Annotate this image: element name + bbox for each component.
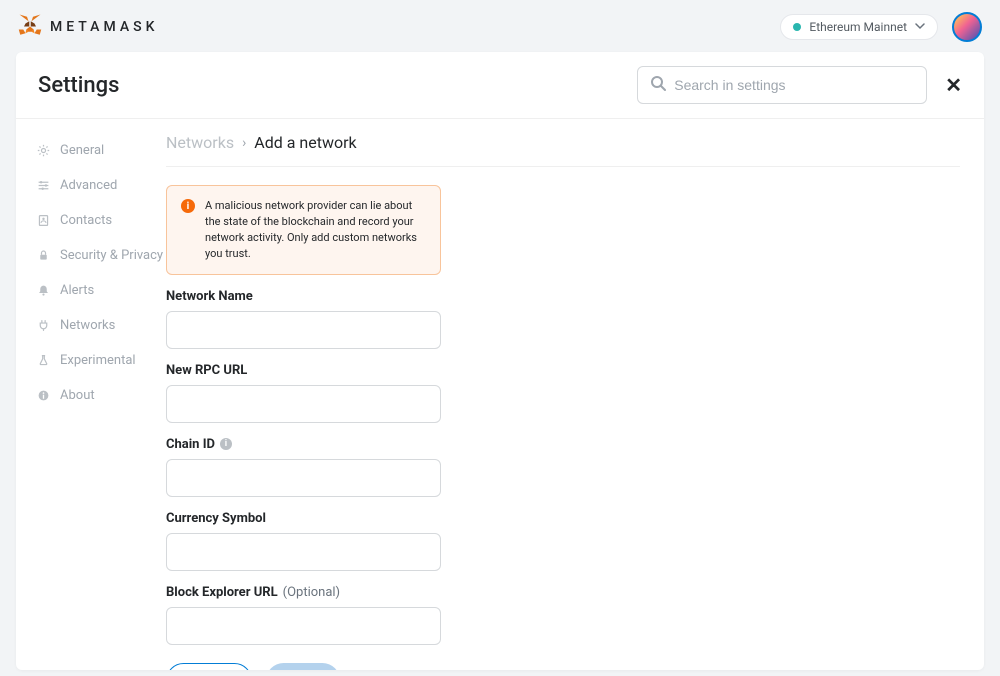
sidebar-item-networks[interactable]: Networks <box>36 308 166 343</box>
panel-header: Settings ✕ <box>16 52 984 119</box>
search-box[interactable] <box>637 66 927 104</box>
chevron-down-icon <box>915 20 925 34</box>
warning-text: A malicious network provider can lie abo… <box>205 198 426 262</box>
sidebar-item-label: Advanced <box>60 178 117 193</box>
input-network-name[interactable] <box>166 311 441 349</box>
sidebar-item-label: Alerts <box>60 283 94 298</box>
topbar-right: Ethereum Mainnet <box>780 12 982 42</box>
sidebar: General Advanced Contacts Security & Pri… <box>16 119 166 670</box>
flask-icon <box>36 354 50 367</box>
network-selector[interactable]: Ethereum Mainnet <box>780 14 938 40</box>
warning-icon: i <box>181 199 195 213</box>
info-tooltip-icon[interactable]: i <box>220 438 232 450</box>
close-button[interactable]: ✕ <box>945 75 962 95</box>
sidebar-item-advanced[interactable]: Advanced <box>36 168 166 203</box>
info-icon <box>36 389 50 402</box>
network-label: Ethereum Mainnet <box>809 20 907 34</box>
search-icon <box>650 75 666 95</box>
brand: METAMASK <box>18 13 158 41</box>
contacts-icon <box>36 214 50 227</box>
input-block-explorer[interactable] <box>166 607 441 645</box>
plug-icon <box>36 319 50 332</box>
sidebar-item-security[interactable]: Security & Privacy <box>36 238 166 273</box>
field-chain-id: Chain ID i <box>166 437 441 497</box>
bell-icon <box>36 284 50 297</box>
label-currency-symbol: Currency Symbol <box>166 511 441 526</box>
sidebar-item-general[interactable]: General <box>36 133 166 168</box>
sidebar-item-label: About <box>60 388 95 403</box>
warning-banner: i A malicious network provider can lie a… <box>166 185 441 275</box>
network-status-dot <box>793 23 801 31</box>
sliders-icon <box>36 179 50 192</box>
field-network-name: Network Name <box>166 289 441 349</box>
breadcrumb: Networks › Add a network <box>166 133 960 167</box>
sidebar-item-label: Contacts <box>60 213 112 228</box>
search-input[interactable] <box>674 77 914 93</box>
label-chain-id: Chain ID i <box>166 437 441 452</box>
input-rpc-url[interactable] <box>166 385 441 423</box>
lock-icon <box>36 249 50 262</box>
brand-name: METAMASK <box>50 19 158 35</box>
label-rpc-url: New RPC URL <box>166 363 441 378</box>
topbar: METAMASK Ethereum Mainnet <box>0 0 1000 52</box>
breadcrumb-parent[interactable]: Networks <box>166 133 234 152</box>
field-rpc-url: New RPC URL <box>166 363 441 423</box>
sidebar-item-label: General <box>60 143 104 158</box>
sidebar-item-label: Experimental <box>60 353 136 368</box>
gear-icon <box>36 144 50 157</box>
header-right: ✕ <box>637 66 962 104</box>
fox-icon <box>18 13 42 41</box>
content-area: Networks › Add a network i A malicious n… <box>166 119 984 670</box>
sidebar-item-experimental[interactable]: Experimental <box>36 343 166 378</box>
sidebar-item-label: Security & Privacy <box>60 248 163 263</box>
cancel-button[interactable]: Cancel <box>166 663 252 670</box>
account-avatar[interactable] <box>952 12 982 42</box>
label-network-name: Network Name <box>166 289 441 304</box>
breadcrumb-current: Add a network <box>254 133 356 152</box>
page-title: Settings <box>38 73 119 98</box>
button-row: Cancel Save <box>166 663 960 670</box>
input-currency-symbol[interactable] <box>166 533 441 571</box>
save-button[interactable]: Save <box>266 663 340 670</box>
settings-panel: Settings ✕ General Advanced Contac <box>16 52 984 670</box>
sidebar-item-about[interactable]: About <box>36 378 166 413</box>
sidebar-item-contacts[interactable]: Contacts <box>36 203 166 238</box>
field-block-explorer: Block Explorer URL (Optional) <box>166 585 441 645</box>
sidebar-item-alerts[interactable]: Alerts <box>36 273 166 308</box>
sidebar-item-label: Networks <box>60 318 115 333</box>
field-currency-symbol: Currency Symbol <box>166 511 441 571</box>
panel-body: General Advanced Contacts Security & Pri… <box>16 119 984 670</box>
label-block-explorer: Block Explorer URL (Optional) <box>166 585 441 600</box>
chevron-right-icon: › <box>242 135 246 151</box>
input-chain-id[interactable] <box>166 459 441 497</box>
